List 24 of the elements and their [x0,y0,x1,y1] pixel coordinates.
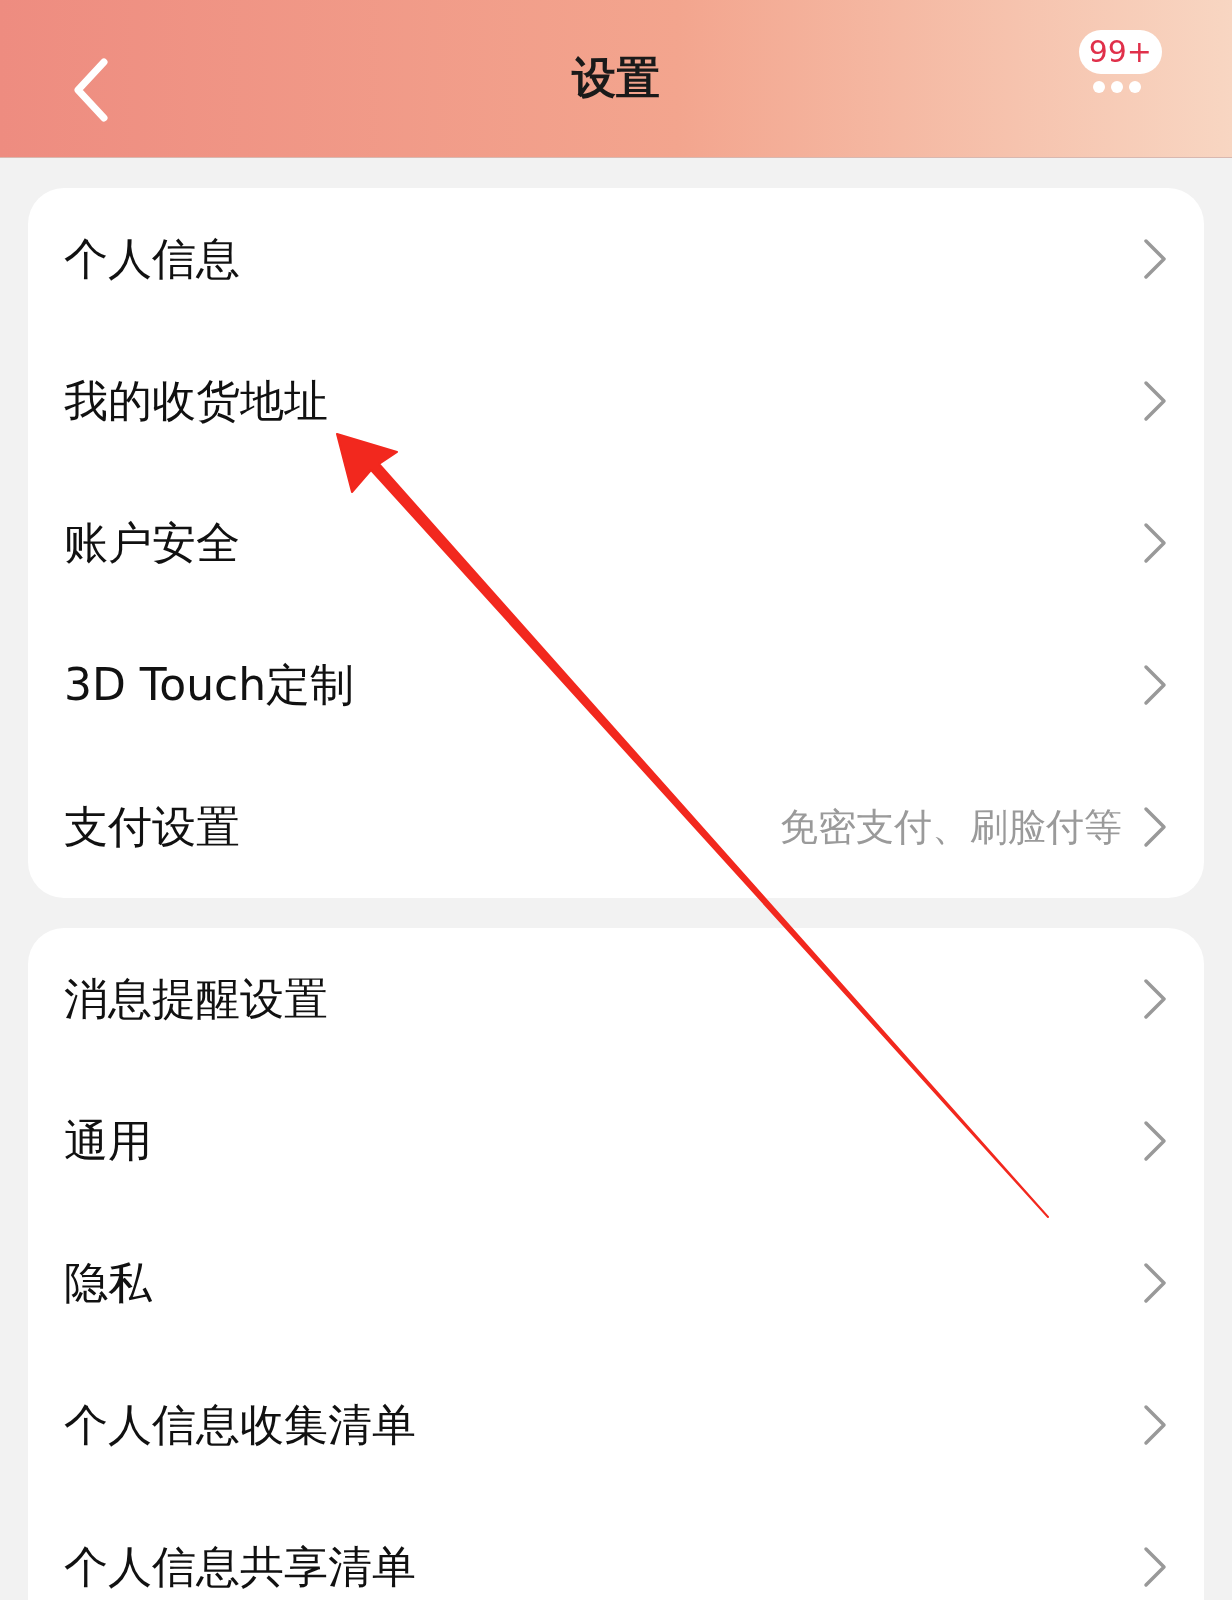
more-icon[interactable] [1092,80,1142,94]
chevron-icon [1142,663,1168,707]
menu-item[interactable]: 通用 [64,1111,1122,1171]
page-title: 设置 [572,51,660,105]
item-hint: 免密支付、刷脸付等 [780,803,1122,851]
chevron-icon [1142,521,1168,565]
chevron-icon [1142,237,1168,281]
chevron-icon [1142,379,1168,423]
chevron-icon [1142,1261,1168,1305]
chevron-icon [1142,977,1168,1021]
menu-item[interactable]: 账户安全 [64,513,1122,573]
menu-item[interactable]: 个人信息收集清单 [64,1395,1122,1455]
notification-badge: 99+ [1078,30,1162,74]
menu-item[interactable]: 我的收货地址 [64,371,1122,431]
menu-item[interactable]: 3D Touch定制 [64,655,1122,715]
menu-item[interactable]: 个人信息共享清单 [64,1537,1122,1597]
chevron-icon [1142,805,1168,849]
chevron-icon [1142,1403,1168,1447]
menu-item[interactable]: 支付设置 [64,797,760,857]
menu-item[interactable]: 隐私 [64,1253,1122,1313]
menu-item[interactable]: 消息提醒设置 [64,969,1122,1029]
chevron-icon [1142,1545,1168,1589]
menu-item[interactable]: 个人信息 [64,229,1122,289]
chevron-icon [1142,1119,1168,1163]
